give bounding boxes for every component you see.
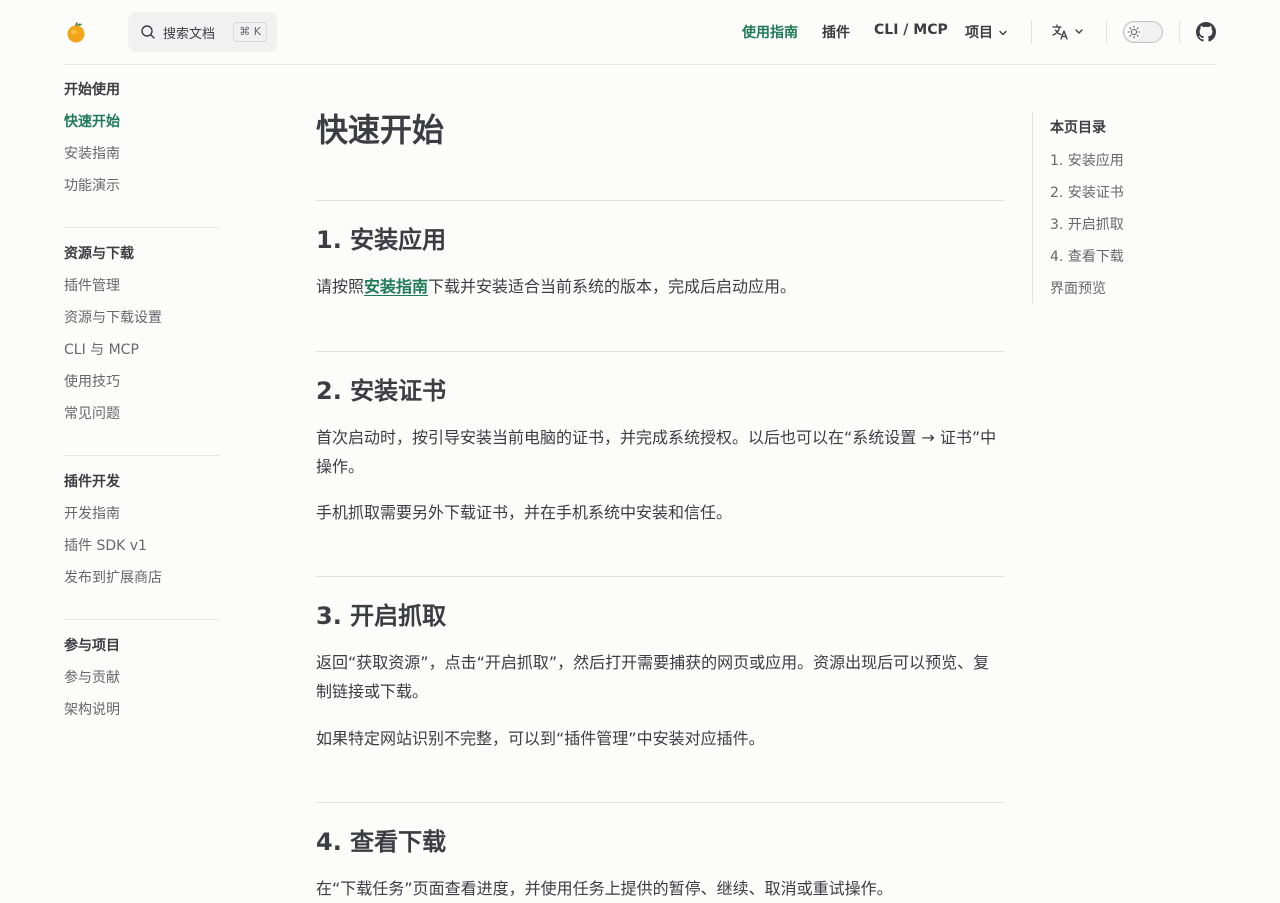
page-title: 快速开始 xyxy=(316,111,445,149)
sidebar-group-contribute: 参与项目 参与贡献 架构说明 xyxy=(64,620,220,726)
search-button[interactable]: 搜索文档 ⌘ K xyxy=(128,12,277,52)
search-icon xyxy=(141,25,155,39)
outline-title: 本页目录 xyxy=(1050,120,1106,136)
section-divider xyxy=(316,802,1004,803)
page-outline: 本页目录 1. 安装应用 2. 安装证书 3. 开启抓取 4. 查看下载 界面预… xyxy=(1032,112,1216,303)
sun-icon xyxy=(1127,25,1141,39)
section-paragraph: 返回“获取资源”，点击“开启抓取”，然后打开需要捕获的网页或应用。资源出现后可以… xyxy=(316,653,990,701)
outline-item-ui-preview[interactable]: 界面预览 xyxy=(1050,278,1106,298)
sidebar-item-contribute[interactable]: 参与贡献 xyxy=(64,662,220,694)
github-icon[interactable] xyxy=(1196,22,1216,42)
orange-fruit-icon[interactable] xyxy=(64,20,88,44)
sidebar-item-feature-demo[interactable]: 功能演示 xyxy=(64,170,220,202)
sidebar-item-tips[interactable]: 使用技巧 xyxy=(64,366,220,398)
sidebar-item-quick-start[interactable]: 快速开始 xyxy=(64,106,220,138)
install-guide-link[interactable]: 安装指南 xyxy=(364,277,428,296)
sidebar-group-resources: 资源与下载 插件管理 资源与下载设置 CLI 与 MCP 使用技巧 常见问题 xyxy=(64,228,220,430)
sidebar-item-cli-mcp[interactable]: CLI 与 MCP xyxy=(64,334,220,366)
section-paragraph: 手机抓取需要另外下载证书，并在手机系统中安装和信任。 xyxy=(316,503,733,522)
section-paragraph: 在“下载任务”页面查看进度，并使用任务上提供的暂停、继续、取消或重试操作。 xyxy=(316,879,893,898)
theme-toggle[interactable] xyxy=(1123,21,1163,43)
sidebar-item-architecture[interactable]: 架构说明 xyxy=(64,694,220,726)
sidebar-item-download-settings[interactable]: 资源与下载设置 xyxy=(64,302,220,334)
paragraph-text: 请按照 xyxy=(316,277,365,296)
language-switcher[interactable] xyxy=(1051,22,1087,42)
theme-toggle-knob xyxy=(1125,23,1143,41)
outline-item-view-downloads[interactable]: 4. 查看下载 xyxy=(1050,246,1124,266)
section-divider xyxy=(316,351,1004,352)
sidebar-item-faq[interactable]: 常见问题 xyxy=(64,398,220,430)
sidebar-group-title: 插件开发 xyxy=(64,474,120,490)
sidebar: 开始使用 快速开始 安装指南 功能演示 资源与下载 插件管理 资源与下载设置 C… xyxy=(64,64,220,726)
search-label: 搜索文档 xyxy=(163,26,216,42)
section-heading-install-cert: 2. 安装证书 xyxy=(316,377,447,405)
nav-divider xyxy=(1106,20,1107,44)
sidebar-group-title: 开始使用 xyxy=(64,82,120,98)
header-divider xyxy=(64,64,1216,65)
sidebar-item-plugin-sdk[interactable]: 插件 SDK v1 xyxy=(64,530,220,562)
section-paragraph: 请按照安装指南下载并安装适合当前系统的版本，完成后启动应用。 xyxy=(316,272,1004,301)
sidebar-group-plugin-dev: 插件开发 开发指南 插件 SDK v1 发布到扩展商店 xyxy=(64,456,220,594)
section-heading-install-app: 1. 安装应用 xyxy=(316,226,447,254)
outline-item-start-capture[interactable]: 3. 开启抓取 xyxy=(1050,214,1124,234)
sidebar-item-plugin-management[interactable]: 插件管理 xyxy=(64,270,220,302)
sidebar-group-title: 参与项目 xyxy=(64,638,120,654)
nav-plugins[interactable]: 插件 xyxy=(822,22,850,42)
outline-item-install-app[interactable]: 1. 安装应用 xyxy=(1050,150,1124,170)
sidebar-item-publish-store[interactable]: 发布到扩展商店 xyxy=(64,562,220,594)
sidebar-item-dev-guide[interactable]: 开发指南 xyxy=(64,498,220,530)
section-divider xyxy=(316,200,1004,201)
nav-divider xyxy=(1179,20,1180,44)
section-heading-start-capture: 3. 开启抓取 xyxy=(316,602,447,630)
paragraph-text: 下载并安装适合当前系统的版本，完成后启动应用。 xyxy=(428,277,797,296)
section-paragraph: 如果特定网站识别不完整，可以到“插件管理”中安装对应插件。 xyxy=(316,729,765,748)
sidebar-group-getting-started: 开始使用 快速开始 安装指南 功能演示 xyxy=(64,64,220,202)
sidebar-group-title: 资源与下载 xyxy=(64,246,134,262)
nav-divider xyxy=(1031,20,1032,44)
nav-project-label: 项目 xyxy=(965,25,993,41)
outline-item-install-cert[interactable]: 2. 安装证书 xyxy=(1050,182,1124,202)
section-heading-view-downloads: 4. 查看下载 xyxy=(316,828,447,856)
chevron-down-icon xyxy=(999,30,1007,36)
section-paragraph: 首次启动时，按引导安装当前电脑的证书，并完成系统授权。以后也可以在“系统设置 →… xyxy=(316,428,997,476)
nav-project-dropdown[interactable]: 项目 xyxy=(965,22,1009,42)
search-shortcut-badge: ⌘ K xyxy=(233,22,267,42)
sidebar-item-install-guide[interactable]: 安装指南 xyxy=(64,138,220,170)
translate-icon xyxy=(1052,24,1083,40)
section-divider xyxy=(316,576,1004,577)
top-navbar: 搜索文档 ⌘ K 使用指南 插件 CLI / MCP 项目 xyxy=(0,0,1280,64)
nav-cli-mcp[interactable]: CLI / MCP xyxy=(874,22,948,38)
nav-guide[interactable]: 使用指南 xyxy=(742,22,798,42)
